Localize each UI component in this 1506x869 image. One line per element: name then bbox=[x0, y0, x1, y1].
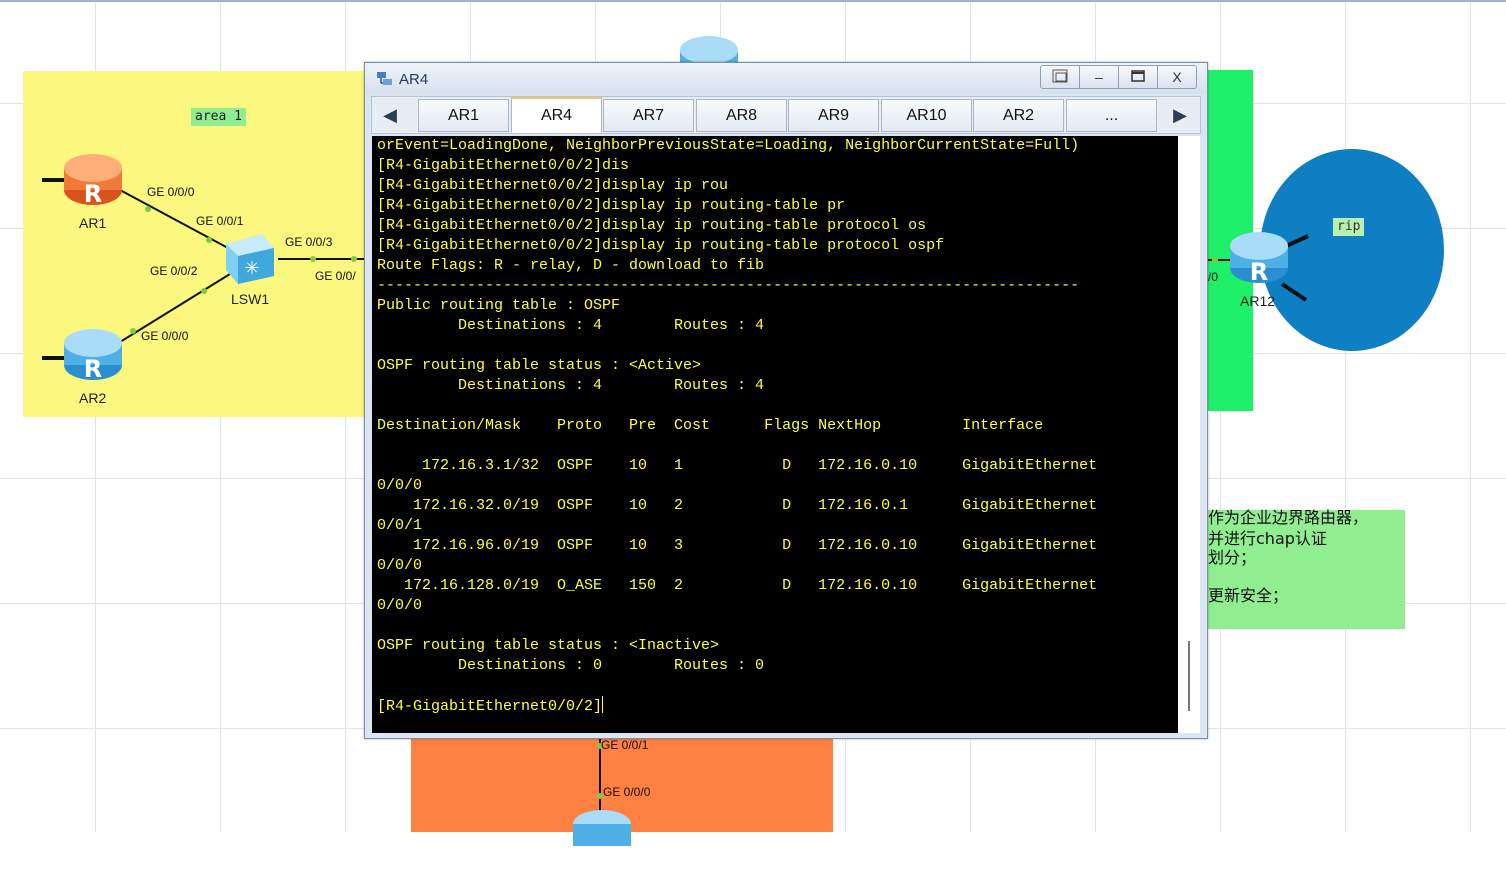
terminal-line: OSPF routing table status : <Inactive> bbox=[377, 637, 720, 654]
device-label-ar12: AR12 bbox=[1240, 293, 1276, 309]
terminal-line: Destinations : 4 Routes : 4 bbox=[377, 377, 765, 394]
port-label: GE 0/0/0 bbox=[147, 185, 195, 199]
terminal-line: Destinations : 4 Routes : 4 bbox=[377, 317, 765, 334]
port-dot bbox=[351, 256, 357, 262]
note-line: 并进行chap认证 bbox=[1208, 529, 1327, 548]
maximize-button[interactable] bbox=[1118, 65, 1158, 89]
terminal-line: 172.16.3.1/32 OSPF 10 1 D 172.16.0.10 Gi… bbox=[377, 457, 1098, 474]
tab-ar7[interactable]: AR7 bbox=[603, 99, 694, 132]
port-label: GE 0/0/1 bbox=[601, 738, 649, 752]
device-label-ar2: AR2 bbox=[79, 390, 107, 406]
tab-ar8[interactable]: AR8 bbox=[696, 99, 787, 132]
svg-text:R: R bbox=[1250, 258, 1268, 286]
terminal-line: [R4-GigabitEthernet0/0/2]display ip rout… bbox=[377, 217, 927, 234]
router-ar2-icon[interactable]: R bbox=[62, 325, 124, 383]
session-tab-strip: ◀ AR1 AR4 AR7 AR8 AR9 AR10 AR2 ... ▶ bbox=[371, 96, 1201, 134]
minimize-button[interactable]: – bbox=[1079, 65, 1119, 89]
terminal-scrollbar[interactable] bbox=[1178, 136, 1200, 733]
svg-text:R: R bbox=[84, 180, 102, 208]
tab-ar2[interactable]: AR2 bbox=[973, 99, 1064, 132]
terminal-line: Route Flags: R - relay, D - download to … bbox=[377, 257, 765, 274]
port-label: GE 0/0/3 bbox=[285, 235, 333, 249]
router-ar12-icon[interactable]: R bbox=[1228, 228, 1290, 286]
ar4-console-window[interactable]: AR4 – X ◀ AR1 AR4 AR7 AR8 AR9 AR10 AR2 .… bbox=[364, 62, 1208, 739]
switch-lsw1-icon[interactable]: ✳ bbox=[222, 230, 278, 286]
restore-icon bbox=[1052, 69, 1068, 86]
restore-button[interactable] bbox=[1040, 65, 1080, 89]
terminal-line: [R4-GigabitEthernet0/0/2]dis bbox=[377, 157, 630, 174]
terminal-line: [R4-GigabitEthernet0/0/2]display ip rou bbox=[377, 177, 729, 194]
terminal-line: 0/0/0 bbox=[377, 557, 423, 574]
window-title: AR4 bbox=[399, 71, 429, 88]
window-controls: – X bbox=[1040, 65, 1197, 89]
port-label: GE 0/0/0 bbox=[141, 329, 189, 343]
note-line: 划分； bbox=[1208, 548, 1257, 567]
terminal-line: 0/0/0 bbox=[377, 597, 423, 614]
tab-scroll-left-icon[interactable]: ◀ bbox=[376, 101, 404, 129]
port-label: GE 0/0/1 bbox=[196, 214, 244, 228]
scrollbar-thumb[interactable] bbox=[1188, 641, 1190, 711]
note-line: 更新安全； bbox=[1208, 586, 1289, 605]
link-ar12-right2 bbox=[1280, 282, 1308, 302]
router-bottom-icon[interactable] bbox=[571, 806, 633, 864]
port-label: GE 0/0/ bbox=[315, 269, 356, 283]
console-app-icon bbox=[375, 69, 395, 89]
port-label: GE 0/0/2 bbox=[150, 264, 198, 278]
terminal-line: Destinations : 0 Routes : 0 bbox=[377, 657, 765, 674]
tab-scroll-right-icon[interactable]: ▶ bbox=[1166, 101, 1194, 129]
router-ar1-icon[interactable]: R bbox=[62, 150, 124, 208]
port-dot bbox=[206, 237, 212, 243]
terminal-line: OSPF routing table status : <Active> bbox=[377, 357, 702, 374]
device-label-ar1: AR1 bbox=[79, 215, 107, 231]
terminal-line: 0/0/1 bbox=[377, 517, 423, 534]
tab-ar9[interactable]: AR9 bbox=[788, 99, 879, 132]
terminal-line: orEvent=LoadingDone, NeighborPreviousSta… bbox=[377, 137, 1080, 154]
tab-ar10[interactable]: AR10 bbox=[881, 99, 972, 132]
terminal-line: 172.16.128.0/19 O_ASE 150 2 D 172.16.0.1… bbox=[377, 577, 1098, 594]
port-dot bbox=[310, 256, 316, 262]
close-button[interactable]: X bbox=[1157, 65, 1197, 89]
terminal-line: Destination/Mask Proto Pre Cost Flags Ne… bbox=[377, 417, 1044, 434]
window-titlebar[interactable]: AR4 – X bbox=[365, 63, 1207, 94]
port-dot bbox=[145, 206, 151, 212]
terminal-line: 172.16.32.0/19 OSPF 10 2 D 172.16.0.1 Gi… bbox=[377, 497, 1098, 514]
terminal-line: Public routing table : OSPF bbox=[377, 297, 621, 314]
terminal-line: 172.16.96.0/19 OSPF 10 3 D 172.16.0.10 G… bbox=[377, 537, 1098, 554]
tab-ar4[interactable]: AR4 bbox=[511, 97, 602, 133]
tab-more[interactable]: ... bbox=[1066, 99, 1157, 132]
svg-text:R: R bbox=[84, 355, 102, 383]
terminal-line: 0/0/0 bbox=[377, 477, 423, 494]
terminal-line: [R4-GigabitEthernet0/0/2]display ip rout… bbox=[377, 197, 846, 214]
tab-ar1[interactable]: AR1 bbox=[418, 99, 509, 132]
terminal-line: ----------------------------------------… bbox=[377, 277, 1080, 294]
device-label-lsw1: LSW1 bbox=[231, 291, 270, 307]
terminal-output[interactable]: orEvent=LoadingDone, NeighborPreviousSta… bbox=[372, 136, 1178, 733]
rip-label: rip bbox=[1333, 218, 1365, 236]
note-line: 作为企业边界路由器， bbox=[1208, 508, 1369, 527]
port-dot bbox=[1212, 257, 1218, 263]
text-cursor bbox=[602, 696, 604, 713]
svg-text:✳: ✳ bbox=[244, 258, 259, 279]
port-label: /0 bbox=[1208, 270, 1219, 284]
terminal-line: [R4-GigabitEthernet0/0/2]display ip rout… bbox=[377, 237, 945, 254]
port-dot bbox=[201, 288, 207, 294]
area-label: area 1 bbox=[191, 108, 246, 126]
terminal-prompt[interactable]: [R4-GigabitEthernet0/0/2] bbox=[377, 696, 604, 717]
port-label: GE 0/0/0 bbox=[603, 785, 651, 799]
prompt-text: [R4-GigabitEthernet0/0/2] bbox=[377, 698, 603, 715]
maximize-icon bbox=[1131, 69, 1145, 85]
port-dot bbox=[130, 328, 136, 334]
